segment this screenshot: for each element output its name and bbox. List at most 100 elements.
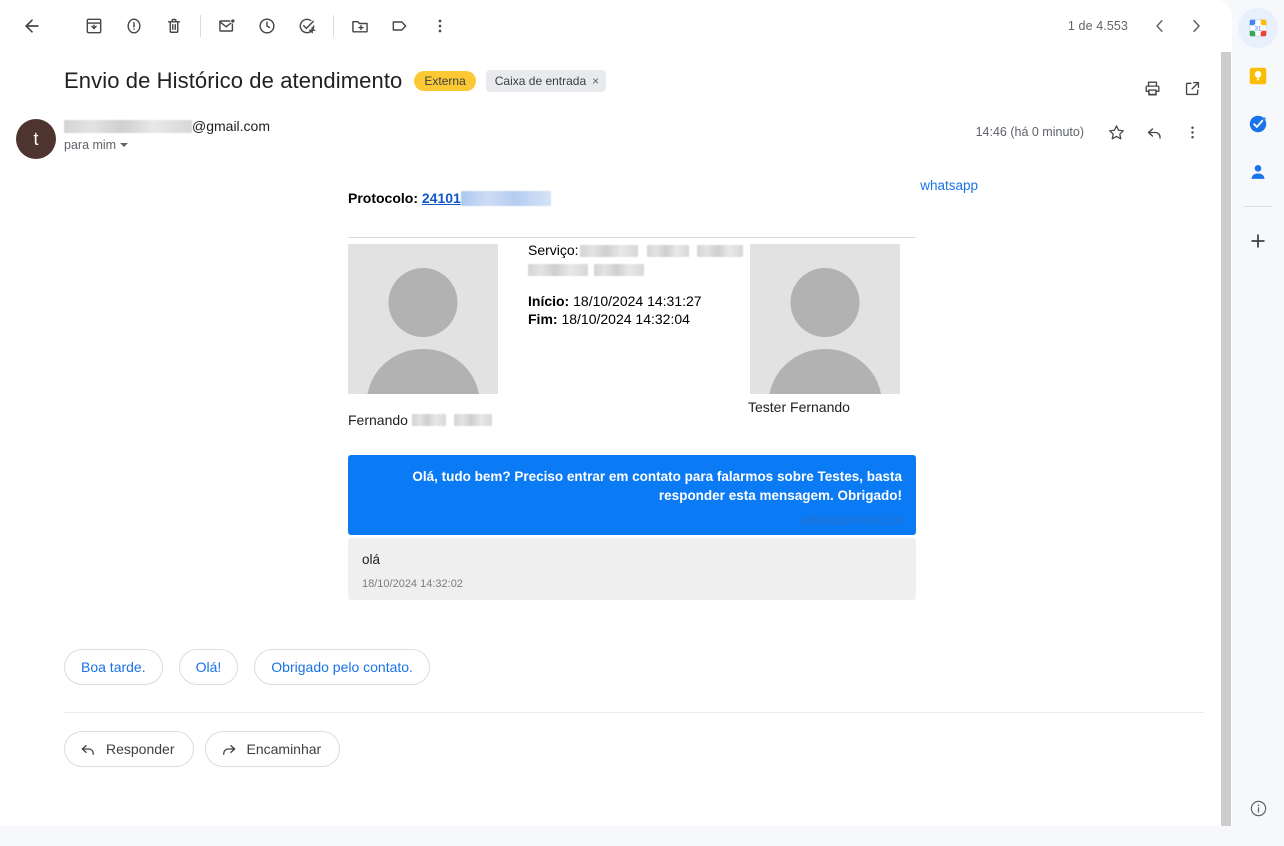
smart-reply-2[interactable]: Olá!	[179, 649, 239, 685]
side-panel-info[interactable]	[1238, 788, 1278, 828]
incoming-message-time: 18/10/2024 14:32:02	[362, 578, 902, 590]
reply-button[interactable]: Responder	[64, 731, 194, 767]
side-panel-divider	[1244, 206, 1272, 207]
recipient-toggle[interactable]: para mim	[64, 138, 270, 152]
label-chip-text: Caixa de entrada	[495, 71, 586, 91]
end-label: Fim:	[528, 311, 558, 327]
forward-arrow-icon	[220, 740, 238, 758]
outgoing-message-bubble: Olá, tudo bem? Preciso entrar em contato…	[348, 455, 916, 535]
start-label: Início:	[528, 293, 569, 309]
protocol-label: Protocolo:	[348, 190, 418, 206]
snooze-clock-icon[interactable]	[247, 6, 287, 46]
redacted-service-4	[528, 264, 588, 276]
subject-row: Envio de Histórico de atendimento Extern…	[64, 66, 1204, 96]
protocol-line: Protocolo: 24101	[348, 190, 551, 206]
service-label: Serviço:	[528, 242, 579, 258]
reply-icon[interactable]	[1136, 114, 1172, 150]
service-info: Serviço: Início: 18/10/2024 14:31:27 Fim…	[528, 242, 748, 327]
agent-name: Fernando	[348, 412, 492, 428]
star-icon[interactable]	[1098, 114, 1134, 150]
agent-photo-placeholder	[348, 244, 498, 394]
more-options-icon[interactable]	[420, 6, 460, 46]
person-head-shape	[791, 268, 860, 337]
protocol-value[interactable]: 24101	[422, 190, 461, 206]
agent-name-text: Fernando	[348, 412, 408, 428]
end-row: Fim: 18/10/2024 14:32:04	[528, 311, 748, 327]
whatsapp-link[interactable]: whatsapp	[920, 178, 978, 193]
open-in-new-window-icon[interactable]	[1174, 70, 1210, 106]
recipient-label: para mim	[64, 138, 116, 152]
side-panel: 31	[1232, 0, 1284, 846]
service-row: Serviço:	[528, 242, 748, 258]
gmail-message-view: 1 de 4.553 Envio de Histórico de atendim…	[0, 0, 1284, 846]
contact-photo-placeholder	[750, 244, 900, 394]
contacts-person-icon	[1247, 161, 1269, 183]
smart-reply-1[interactable]: Boa tarde.	[64, 649, 163, 685]
archive-icon[interactable]	[74, 6, 114, 46]
redacted-sender-name	[64, 120, 192, 133]
external-badge: Externa	[414, 71, 475, 91]
scrollbar-thumb[interactable]	[1221, 52, 1231, 826]
calendar-icon: 31	[1247, 17, 1269, 39]
label-chip-inbox[interactable]: Caixa de entrada ×	[486, 70, 606, 92]
forward-button[interactable]: Encaminhar	[205, 731, 341, 767]
avatar[interactable]: t	[16, 119, 56, 159]
message-toolbar: 1 de 4.553	[0, 0, 1232, 52]
chevron-down-icon[interactable]	[120, 143, 128, 147]
next-message-button[interactable]	[1178, 8, 1214, 44]
redacted-agent-surname-2	[454, 414, 492, 426]
report-spam-icon[interactable]	[114, 6, 154, 46]
sender-email-domain: @gmail.com	[192, 118, 270, 134]
smart-reply-row: Boa tarde. Olá! Obrigado pelo contato.	[64, 649, 430, 685]
redacted-protocol	[461, 191, 551, 206]
smart-reply-3[interactable]: Obrigado pelo contato.	[254, 649, 430, 685]
remove-label-icon[interactable]: ×	[592, 71, 599, 91]
incoming-message-text: olá	[362, 550, 902, 569]
avatar-letter: t	[33, 119, 38, 159]
redacted-agent-surname-1	[412, 414, 446, 426]
page-title: Envio de Histórico de atendimento	[64, 66, 402, 96]
forward-button-label: Encaminhar	[247, 741, 322, 757]
sender-email-row[interactable]: @gmail.com	[64, 118, 270, 134]
side-panel-tasks[interactable]	[1238, 104, 1278, 144]
subject-actions	[1134, 70, 1210, 106]
reply-button-label: Responder	[106, 741, 175, 757]
svg-text:31: 31	[1254, 25, 1262, 32]
labels-tag-icon[interactable]	[380, 6, 420, 46]
redacted-service-2	[647, 245, 689, 257]
side-panel-calendar[interactable]: 31	[1238, 8, 1278, 48]
end-value: 18/10/2024 14:32:04	[561, 311, 689, 327]
side-panel-add-addon[interactable]	[1238, 221, 1278, 261]
delete-icon[interactable]	[154, 6, 194, 46]
keep-bulb-icon	[1247, 65, 1269, 87]
tasks-check-icon	[1247, 113, 1269, 135]
message-more-icon[interactable]	[1174, 114, 1210, 150]
redacted-service-3	[697, 245, 743, 257]
previous-message-button[interactable]	[1142, 8, 1178, 44]
move-to-folder-icon[interactable]	[340, 6, 380, 46]
add-to-tasks-icon[interactable]	[287, 6, 327, 46]
redacted-service-1	[580, 245, 638, 257]
start-row: Início: 18/10/2024 14:31:27	[528, 293, 748, 309]
outgoing-message-time: 18/10/2024 14:31:28	[362, 515, 902, 527]
start-value: 18/10/2024 14:31:27	[573, 293, 701, 309]
message-counter: 1 de 4.553	[1068, 19, 1128, 33]
print-icon[interactable]	[1134, 70, 1170, 106]
toolbar-divider-1	[200, 15, 201, 37]
outgoing-message-text: Olá, tudo bem? Preciso entrar em contato…	[362, 467, 902, 505]
person-head-shape	[389, 268, 458, 337]
mail-card: 1 de 4.553 Envio de Histórico de atendim…	[0, 0, 1232, 826]
back-button[interactable]	[12, 6, 52, 46]
message-timestamp: 14:46 (há 0 minuto)	[976, 125, 1084, 139]
info-icon	[1249, 799, 1268, 818]
contact-name: Tester Fernando	[748, 399, 850, 415]
message-meta-actions: 14:46 (há 0 minuto)	[976, 114, 1210, 150]
mark-unread-icon[interactable]	[207, 6, 247, 46]
redacted-service-5	[594, 264, 644, 276]
toolbar-divider-2	[333, 15, 334, 37]
side-panel-contacts[interactable]	[1238, 152, 1278, 192]
side-panel-keep[interactable]	[1238, 56, 1278, 96]
person-body-shape	[367, 349, 480, 394]
bottom-divider	[64, 712, 1204, 713]
body-divider	[348, 237, 916, 238]
